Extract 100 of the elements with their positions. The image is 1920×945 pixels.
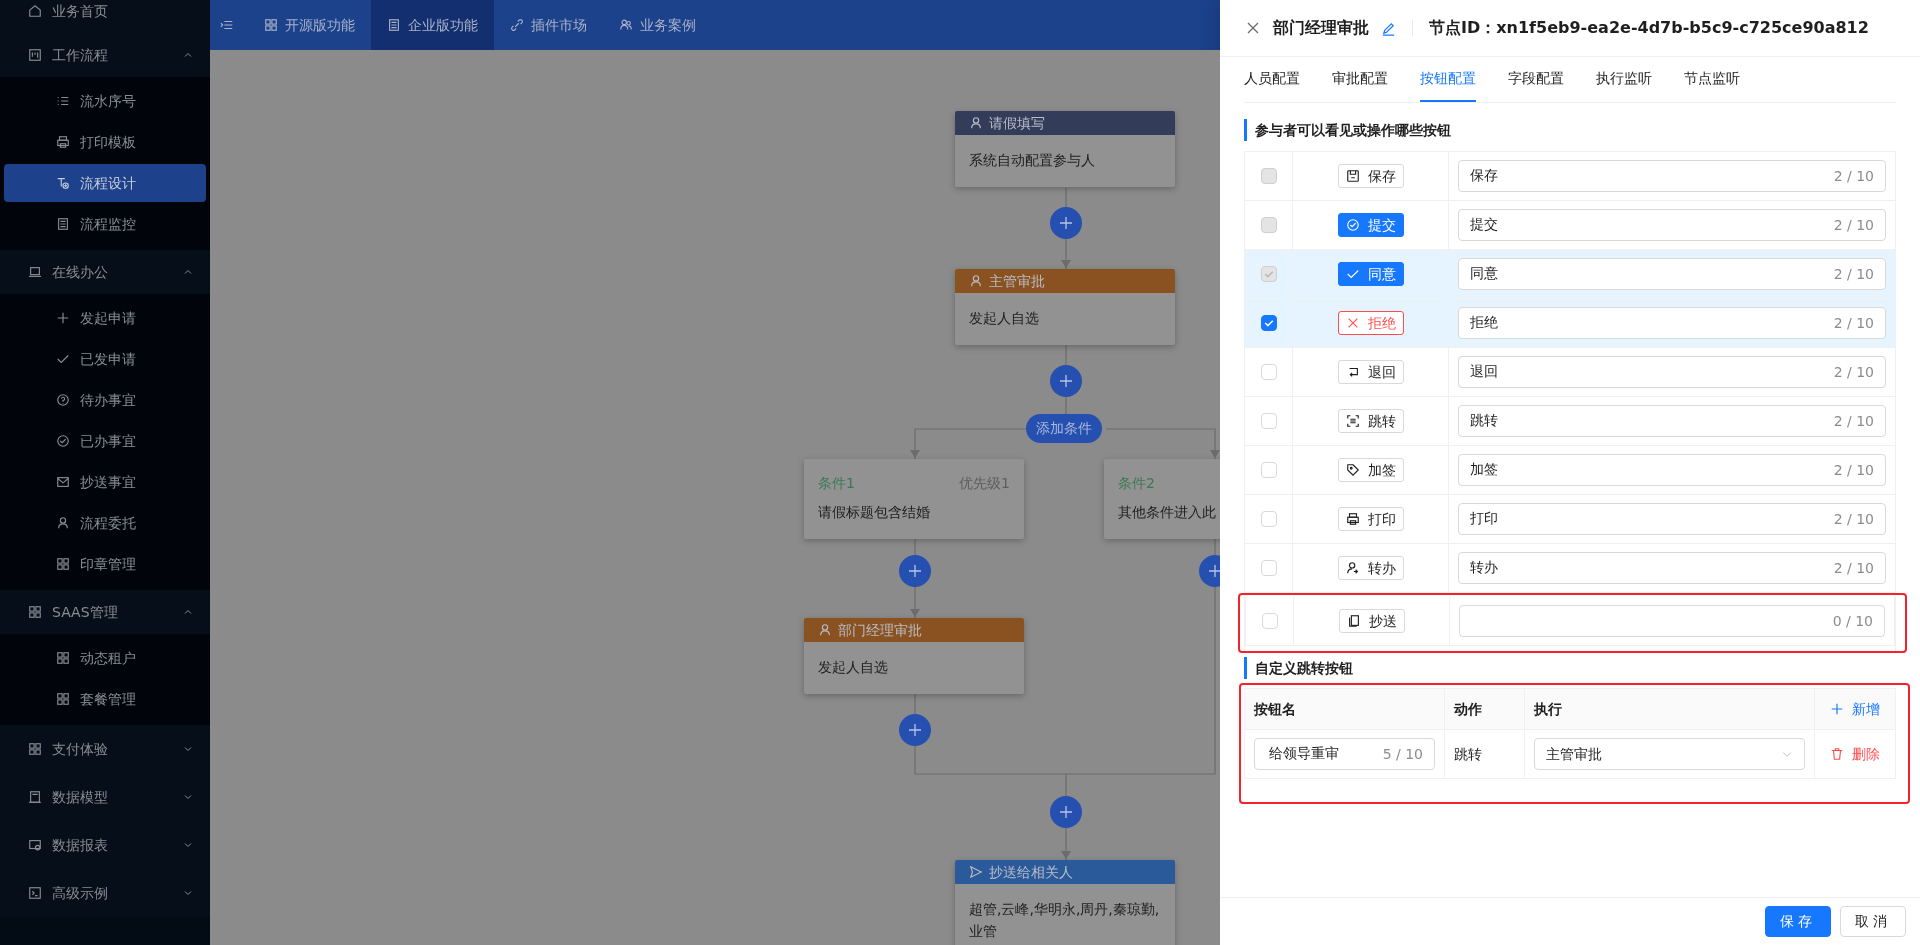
printer-icon: [1345, 512, 1360, 526]
flow-node[interactable]: 部门经理审批 发起人自选: [804, 618, 1024, 694]
edit-button[interactable]: [1381, 20, 1396, 36]
add-node-button[interactable]: [1050, 365, 1082, 397]
tab[interactable]: 人员配置: [1244, 57, 1300, 102]
action-button[interactable]: 拒绝: [1337, 311, 1404, 335]
node-description: 系统自动配置参与人: [968, 151, 1096, 170]
sidebar-item[interactable]: 流水序号: [4, 82, 206, 120]
checkbox[interactable]: [1260, 315, 1277, 331]
nav-tab[interactable]: 企业版功能: [371, 0, 494, 50]
char-count: 2 / 10: [1833, 411, 1874, 431]
sidebar-item[interactable]: 流程委托: [4, 504, 206, 542]
char-count: 2 / 10: [1833, 558, 1874, 578]
sidebar-item[interactable]: 印章管理: [4, 545, 206, 583]
user-icon: [1345, 561, 1360, 575]
list-icon: [56, 94, 70, 108]
tab[interactable]: 节点监听: [1684, 57, 1740, 102]
action-button[interactable]: 打印: [1337, 507, 1404, 531]
terminal-icon: [28, 886, 42, 900]
add-button[interactable]: 新增: [1830, 698, 1880, 720]
sidebar-item[interactable]: 工作流程: [0, 33, 210, 77]
scan-icon: [1345, 414, 1360, 428]
plus-icon: [1830, 702, 1844, 716]
condition-description: 请假标题包含结婚: [817, 503, 931, 522]
grid-icon: [28, 605, 42, 619]
check-icon: [1262, 317, 1275, 329]
flow-node[interactable]: 请假填写 系统自动配置参与人: [955, 111, 1175, 187]
close-button[interactable]: [1245, 20, 1261, 36]
flow-node[interactable]: 主管审批 发起人自选: [955, 269, 1175, 345]
sidebar-item[interactable]: 支付体验: [0, 725, 210, 773]
section-title: 自定义跳转按钮: [1244, 657, 1896, 679]
add-node-button[interactable]: [1050, 796, 1082, 828]
add-condition-button[interactable]: 添加条件: [1026, 414, 1102, 443]
mail-icon: [56, 475, 70, 489]
sidebar-item[interactable]: 待办事宜: [4, 381, 206, 419]
check-icon: [1262, 268, 1275, 280]
dropdown[interactable]: 主管审批: [1534, 738, 1805, 770]
add-node-button[interactable]: [899, 714, 931, 746]
plus-icon: [56, 311, 70, 325]
action-button[interactable]: 退回: [1337, 360, 1404, 384]
user-icon: [969, 274, 983, 288]
tab[interactable]: 按钮配置: [1420, 57, 1476, 102]
tab[interactable]: 执行监听: [1596, 57, 1652, 102]
document-icon: [56, 217, 70, 231]
sidebar-item[interactable]: 高级示例: [0, 869, 210, 917]
sidebar-item[interactable]: 发起申请: [4, 299, 206, 337]
delete-button[interactable]: 删除: [1830, 743, 1880, 765]
add-node-button[interactable]: [1050, 207, 1082, 239]
sidebar-item[interactable]: 动态租户: [4, 639, 206, 677]
condition-description: 其他条件进入此: [1117, 503, 1217, 522]
sidebar-item[interactable]: 已发申请: [4, 340, 206, 378]
sidebar-item[interactable]: 流程监控: [4, 205, 206, 243]
add-node-button[interactable]: [899, 555, 931, 587]
node-title: 抄送给相关人: [989, 862, 1073, 882]
save-icon: [1345, 169, 1360, 183]
sidebar-item[interactable]: 数据报表: [0, 821, 210, 869]
condition-card[interactable]: 条件2 其他条件进入此: [1104, 459, 1220, 539]
column-header: 按钮名: [1245, 689, 1445, 729]
sidebar-item[interactable]: 打印模板: [4, 123, 206, 161]
sidebar-item[interactable]: 流程设计: [4, 164, 206, 202]
nav-tab[interactable]: 开源版功能: [248, 0, 371, 50]
sidebar-item[interactable]: 业务首页: [0, 0, 210, 33]
sidebar-item[interactable]: 数据模型: [0, 773, 210, 821]
tab[interactable]: 审批配置: [1332, 57, 1388, 102]
sidebar-item[interactable]: 套餐管理: [4, 680, 206, 718]
plus-icon: [1058, 373, 1074, 389]
tab[interactable]: 字段配置: [1508, 57, 1564, 102]
action-button[interactable]: 加签: [1337, 458, 1404, 482]
send-icon: [969, 865, 983, 879]
sidebar-item[interactable]: 在线办公: [0, 250, 210, 294]
sidebar-item[interactable]: SAAS管理: [0, 590, 210, 634]
sidebar-item[interactable]: 抄送事宜: [4, 463, 206, 501]
node-title: 主管审批: [989, 271, 1045, 291]
action-button[interactable]: 跳转: [1337, 409, 1404, 433]
flow-node[interactable]: 抄送给相关人 超管,云峰,华明永,周丹,秦琼勤,业管: [955, 860, 1175, 945]
table-cell: 跳转: [1445, 730, 1525, 778]
tag-icon: [1345, 463, 1360, 477]
action-button[interactable]: 转办: [1337, 556, 1404, 580]
char-count: 2 / 10: [1833, 460, 1874, 480]
menu-icon: [220, 18, 234, 32]
check-circle-icon: [1345, 218, 1360, 232]
sidebar-item[interactable]: 已办事宜: [4, 422, 206, 460]
user-icon: [56, 516, 70, 530]
char-count: 0 / 10: [1832, 611, 1873, 631]
cancel-button[interactable]: 取消: [1840, 906, 1906, 937]
section-title: 参与者可以看见或操作哪些按钮: [1244, 119, 1896, 141]
chart-screen-icon: [28, 838, 42, 852]
save-button[interactable]: 保存: [1765, 906, 1831, 937]
node-description: 发起人自选: [968, 309, 1040, 328]
link-icon: [510, 18, 524, 32]
document-icon: [387, 18, 401, 32]
check-icon: [56, 352, 70, 366]
user-icon: [969, 116, 983, 130]
nav-tab[interactable]: 业务案例: [603, 0, 712, 50]
nav-tab[interactable]: 插件市场: [494, 0, 603, 50]
text-field[interactable]: [1459, 605, 1885, 637]
action-button[interactable]: 抄送: [1338, 609, 1405, 633]
node-title: 请假填写: [989, 113, 1045, 133]
plus-icon: [1207, 563, 1220, 579]
copy-icon: [1346, 614, 1361, 628]
